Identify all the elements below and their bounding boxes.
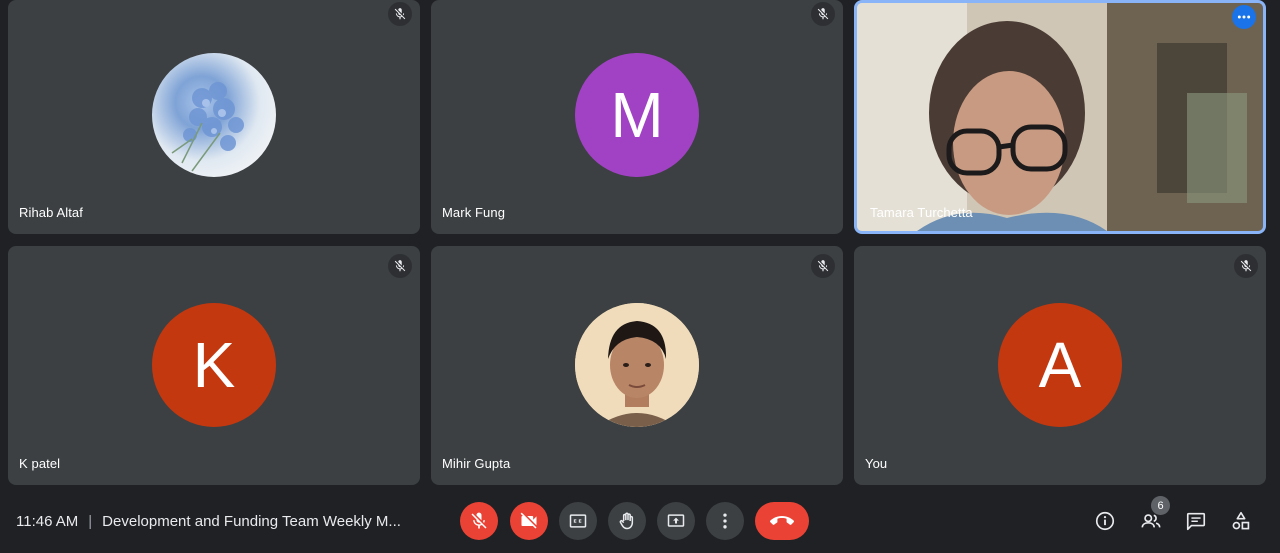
participant-tile-mihir[interactable]: Mihir Gupta — [431, 246, 843, 485]
participant-name: Rihab Altaf — [19, 205, 83, 220]
bottom-control-bar: 11:46 AM | Development and Funding Team … — [0, 490, 1280, 553]
captions-button[interactable] — [559, 502, 597, 540]
mic-off-icon — [1234, 254, 1258, 278]
meeting-info: 11:46 AM | Development and Funding Team … — [16, 513, 401, 530]
people-count-badge: 6 — [1151, 496, 1170, 515]
chat-button[interactable] — [1184, 509, 1208, 533]
call-end-icon — [770, 516, 794, 525]
present-screen-button[interactable] — [657, 502, 695, 540]
more-options-icon[interactable] — [1232, 5, 1256, 29]
participant-name: Mihir Gupta — [442, 456, 511, 471]
participant-tile-mark[interactable]: M Mark Fung — [431, 0, 843, 234]
mic-off-icon — [811, 2, 835, 26]
mic-toggle-button[interactable] — [460, 502, 498, 540]
meeting-time: 11:46 AM — [16, 513, 79, 530]
activities-icon — [1232, 511, 1250, 530]
avatar-letter: A — [998, 303, 1122, 427]
participant-name: Tamara Turchetta — [870, 205, 973, 220]
avatar-profile-photo — [575, 303, 699, 427]
activities-button[interactable] — [1229, 509, 1253, 533]
participant-grid: Rihab Altaf M Mark Fung Tamara Turchetta… — [0, 0, 1280, 490]
more-options-button[interactable] — [706, 502, 744, 540]
participant-tile-self[interactable]: A You — [854, 246, 1266, 485]
participant-tile-kpatel[interactable]: K K patel — [8, 246, 420, 485]
camera-toggle-button[interactable] — [510, 502, 548, 540]
participant-name: You — [865, 456, 888, 471]
end-call-button[interactable] — [755, 502, 809, 540]
meeting-title: Development and Funding Team Weekly M... — [102, 513, 401, 530]
mic-off-icon — [811, 254, 835, 278]
raise-hand-button[interactable] — [608, 502, 646, 540]
avatar-flower-photo — [152, 53, 276, 177]
avatar-letter: K — [152, 303, 276, 427]
present-screen-icon — [667, 514, 685, 527]
participant-tile-rihab[interactable]: Rihab Altaf — [8, 0, 420, 234]
info-icon — [1095, 511, 1115, 531]
videocam-off-icon — [520, 512, 537, 529]
chat-icon — [1186, 512, 1206, 531]
video-feed — [857, 3, 1263, 231]
raise-hand-icon — [619, 512, 634, 530]
participant-name: Mark Fung — [442, 205, 506, 220]
mic-off-icon — [388, 254, 412, 278]
mic-off-icon — [388, 2, 412, 26]
avatar-letter: M — [575, 53, 699, 177]
meeting-details-button[interactable] — [1093, 509, 1117, 533]
participant-tile-tamara[interactable]: Tamara Turchetta — [854, 0, 1266, 234]
more-vert-icon — [723, 513, 727, 529]
meeting-separator: | — [88, 513, 93, 530]
participant-name: K patel — [19, 456, 61, 471]
closed-caption-icon — [569, 514, 587, 528]
mic-off-icon — [471, 512, 487, 529]
